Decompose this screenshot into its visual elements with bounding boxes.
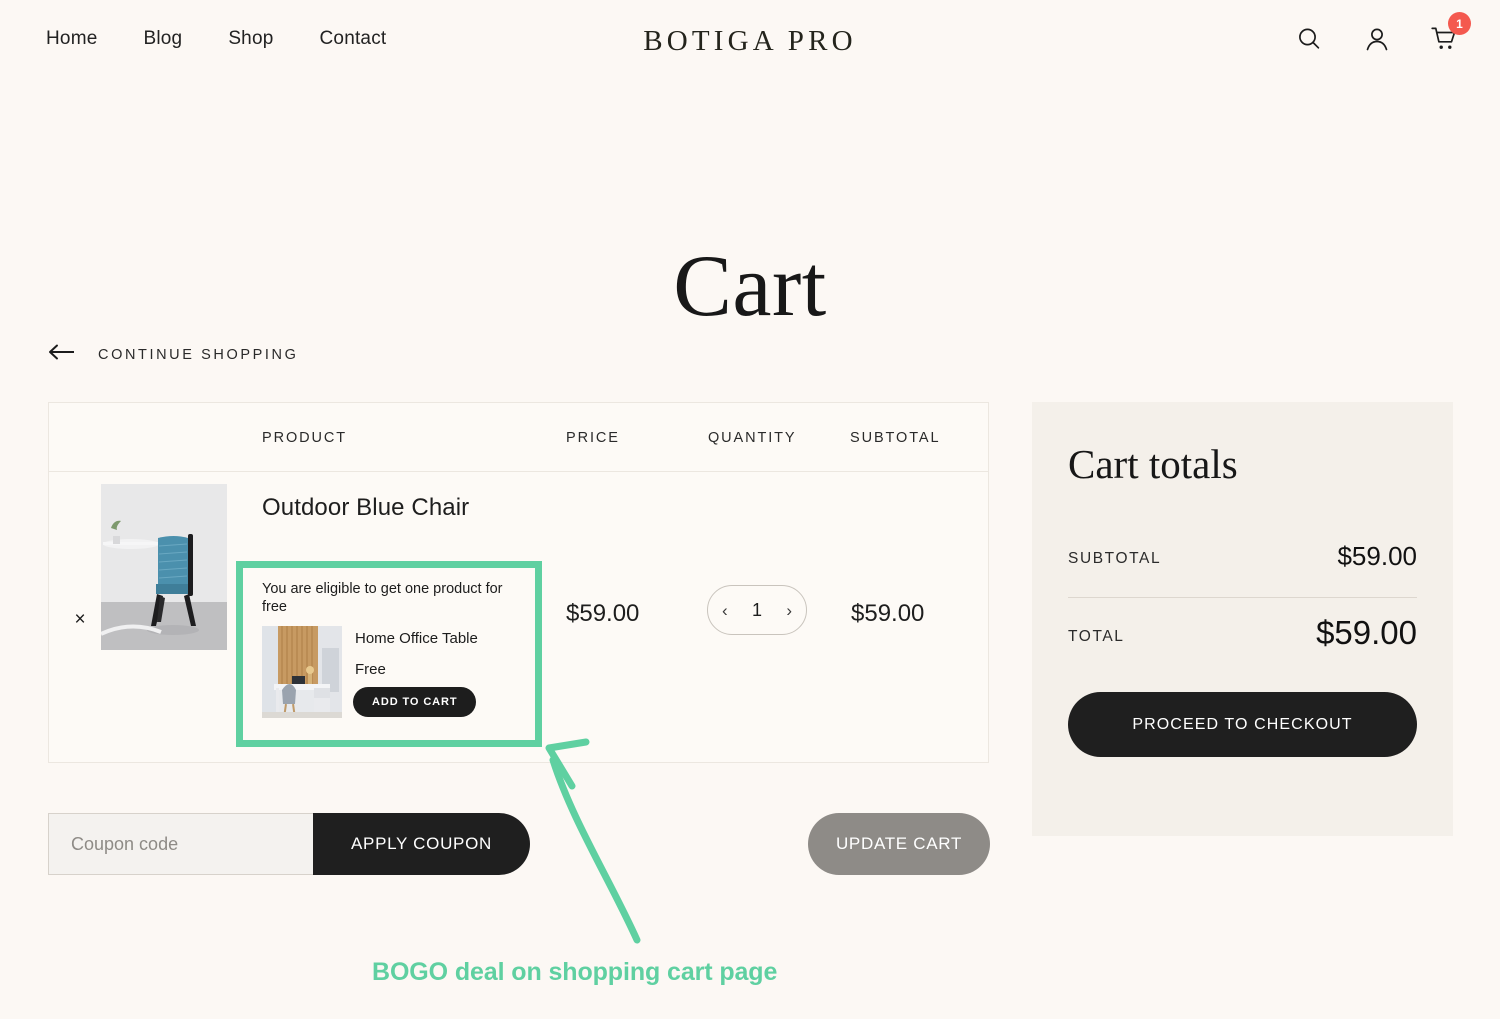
bogo-add-to-cart-button[interactable]: ADD TO CART <box>353 687 477 717</box>
site-logo[interactable]: BOTIGA PRO <box>0 25 1500 58</box>
header-icons: 1 <box>1294 12 1471 54</box>
subtotal-row: SUBTOTAL $59.00 <box>1068 541 1417 571</box>
product-thumbnail[interactable] <box>101 484 227 650</box>
cart-icon[interactable]: 1 <box>1430 12 1471 54</box>
subtotal-label: SUBTOTAL <box>1068 550 1162 567</box>
bogo-product-name: Home Office Table <box>355 630 478 647</box>
quantity-decrease-button[interactable]: ‹ <box>722 602 728 619</box>
bogo-eligibility-message: You are eligible to get one product for … <box>262 581 503 615</box>
column-header-product: PRODUCT <box>262 430 347 446</box>
bogo-offer-box: You are eligible to get one product for … <box>236 561 542 747</box>
continue-shopping-label: CONTINUE SHOPPING <box>98 346 299 363</box>
coupon-form: APPLY COUPON <box>48 813 530 875</box>
cart-count-badge: 1 <box>1448 12 1471 35</box>
arrow-left-icon <box>48 344 76 365</box>
continue-shopping-link[interactable]: CONTINUE SHOPPING <box>48 344 299 365</box>
site-header: Home Blog Shop Contact BOTIGA PRO 1 <box>0 0 1500 85</box>
cart-totals-panel: Cart totals SUBTOTAL $59.00 TOTAL $59.00… <box>1032 402 1453 836</box>
bogo-product-price: Free <box>355 661 386 678</box>
annotation-caption: BOGO deal on shopping cart page <box>372 958 778 986</box>
proceed-to-checkout-button[interactable]: PROCEED TO CHECKOUT <box>1068 692 1417 757</box>
quantity-value[interactable]: 1 <box>752 600 762 621</box>
apply-coupon-button[interactable]: APPLY COUPON <box>313 813 530 875</box>
page-title: Cart <box>673 237 827 335</box>
cart-totals-title: Cart totals <box>1068 441 1238 487</box>
cart-page: Home Blog Shop Contact BOTIGA PRO 1 Cart… <box>0 0 1500 1019</box>
search-icon[interactable] <box>1294 24 1324 54</box>
quantity-stepper[interactable]: ‹ 1 › <box>707 585 807 635</box>
column-header-price: PRICE <box>566 430 620 446</box>
product-name[interactable]: Outdoor Blue Chair <box>262 494 469 522</box>
total-value: $59.00 <box>1316 614 1417 651</box>
quantity-increase-button[interactable]: › <box>786 602 792 619</box>
column-header-subtotal: SUBTOTAL <box>850 430 941 446</box>
subtotal-value: $59.00 <box>1337 541 1417 571</box>
table-header-row: PRODUCT PRICE QUANTITY SUBTOTAL <box>49 403 988 472</box>
product-subtotal: $59.00 <box>851 600 925 627</box>
bogo-product-thumbnail[interactable] <box>262 626 342 718</box>
total-row: TOTAL $59.00 <box>1068 614 1417 651</box>
totals-divider <box>1068 597 1417 598</box>
column-header-quantity: QUANTITY <box>708 430 797 446</box>
update-cart-button[interactable]: UPDATE CART <box>808 813 990 875</box>
total-label: TOTAL <box>1068 628 1125 645</box>
product-price: $59.00 <box>566 600 640 627</box>
coupon-code-input[interactable] <box>48 813 313 875</box>
remove-item-button[interactable]: × <box>67 606 93 632</box>
account-icon[interactable] <box>1362 24 1392 54</box>
